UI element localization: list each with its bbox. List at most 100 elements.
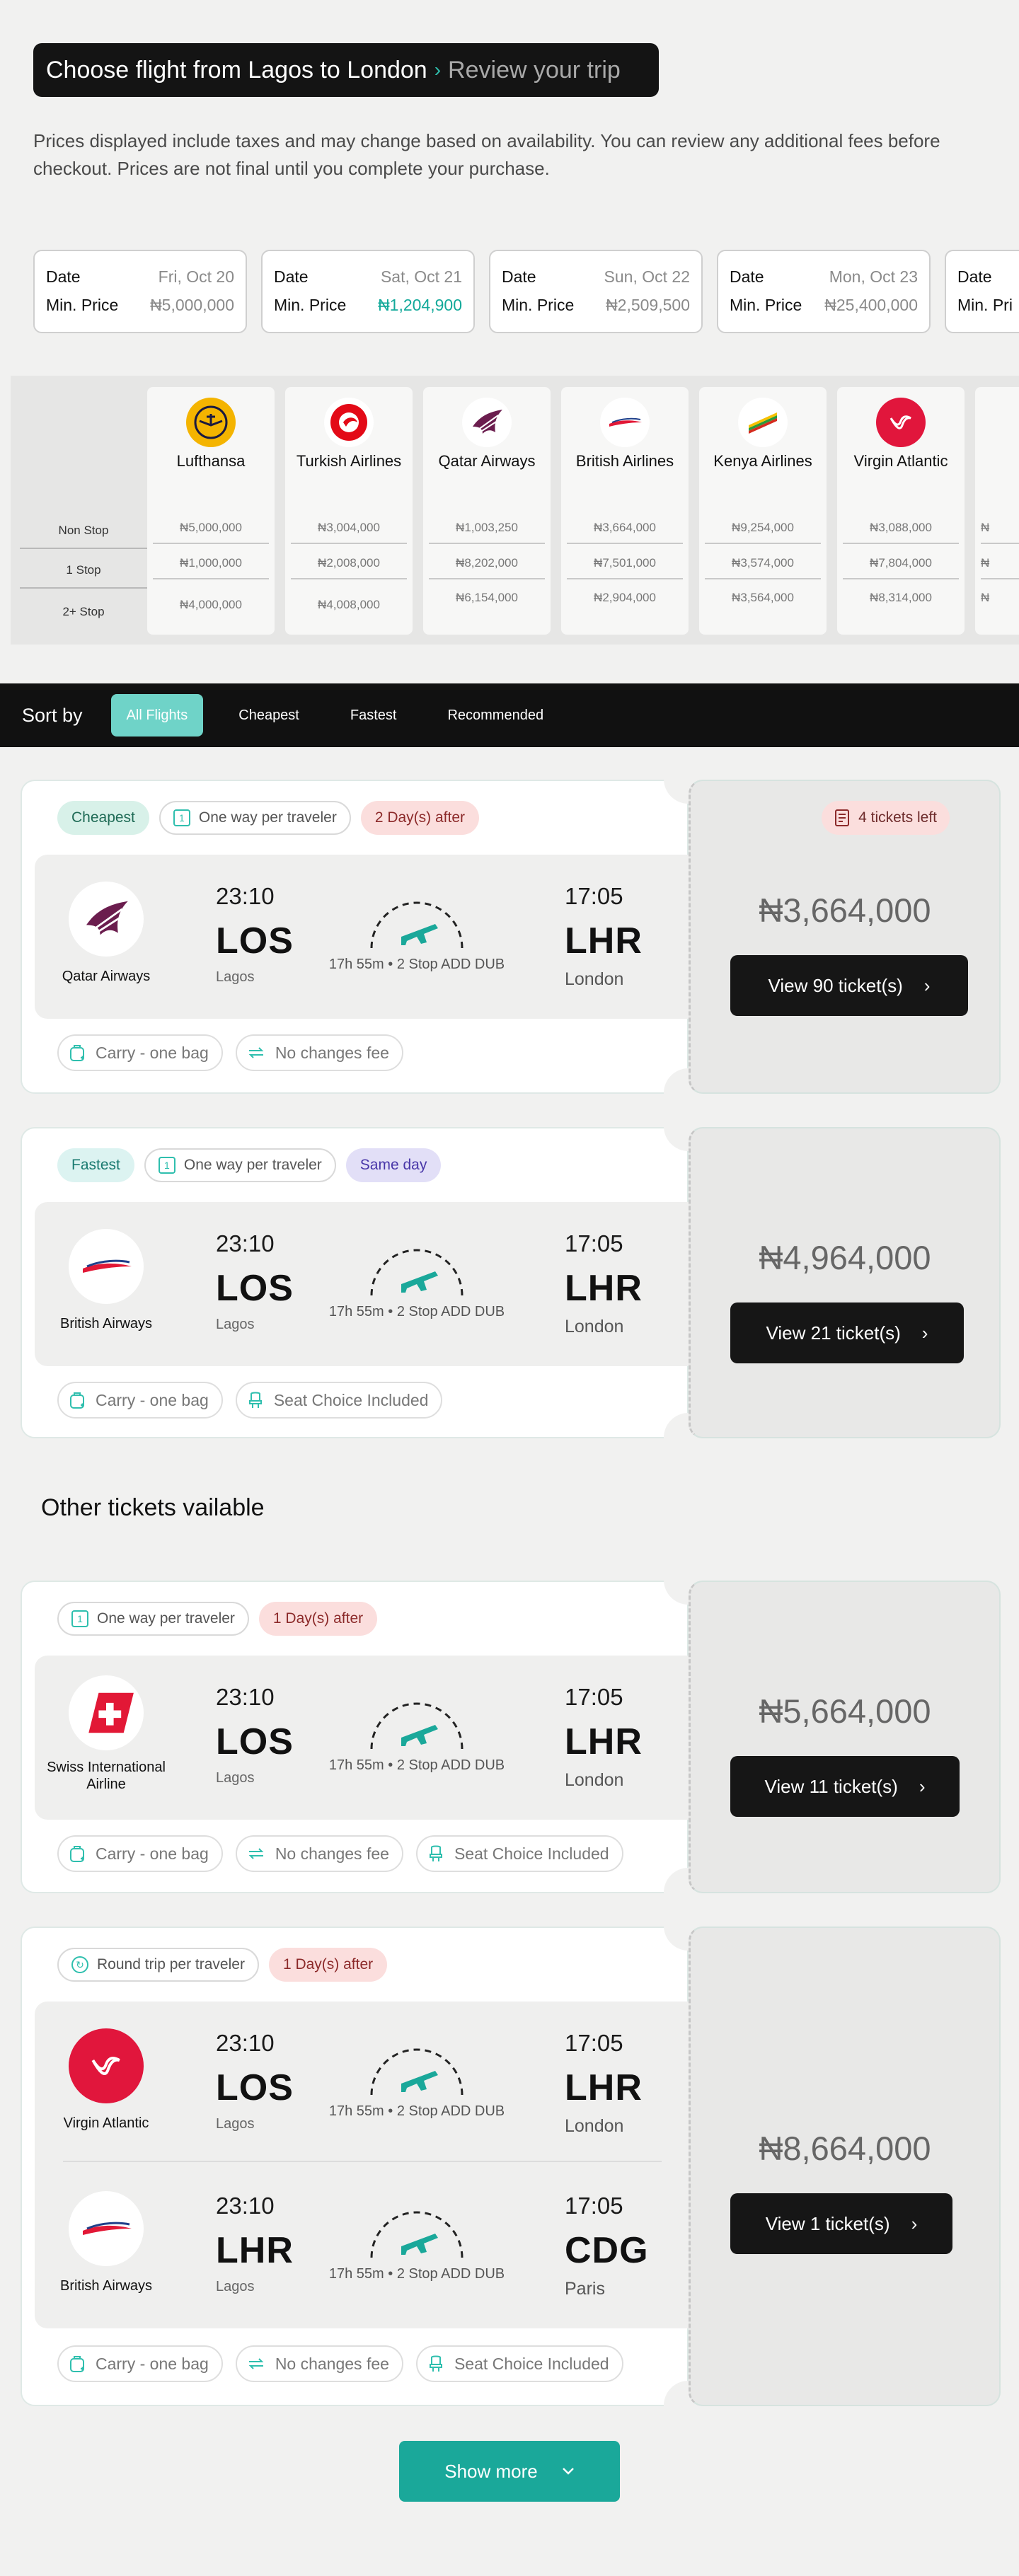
airline-column-partial[interactable]: ₦ ₦ ₦ bbox=[975, 387, 1019, 635]
departure-code: LOS bbox=[216, 1721, 294, 1762]
flight-segments: Virgin Atlantic 23:10 LOS Lagos 17h 55m … bbox=[35, 2002, 690, 2328]
header-title: Choose flight from Lagos to bbox=[46, 56, 340, 83]
page-header: Choose flight from Lagos to London › Rev… bbox=[33, 43, 659, 97]
ticket-price-panel: ₦8,664,000 View 1 ticket(s) › bbox=[689, 1927, 1001, 2406]
departure-code: LOS bbox=[216, 2067, 294, 2108]
min-price-label: Min. Price bbox=[46, 295, 119, 314]
tag-cheapest: Cheapest bbox=[57, 801, 149, 835]
ticket-details: ↻ Round trip per traveler 1 Day(s) after … bbox=[21, 1927, 690, 2406]
arrival-code: LHR bbox=[565, 1268, 643, 1309]
ticket-price: ₦5,664,000 bbox=[759, 1692, 931, 1730]
price-one-stop[interactable]: ₦2,008,000 bbox=[291, 548, 407, 579]
date-card[interactable]: Date Fri, Oct 20 Min. Price ₦5,000,000 bbox=[33, 250, 247, 333]
tag-trip-type: 1 One way per traveler bbox=[159, 801, 351, 835]
departure-city: Lagos bbox=[216, 2279, 255, 2294]
feature-label: No changes fee bbox=[275, 1043, 389, 1062]
row-label-non-stop: Non Stop bbox=[20, 514, 147, 549]
feature-label: Carry - one bag bbox=[96, 1390, 209, 1409]
price-one-stop[interactable]: ₦7,501,000 bbox=[567, 548, 683, 579]
price-two-plus-stop[interactable]: ₦4,008,000 bbox=[291, 589, 407, 620]
breadcrumb-separator: › bbox=[434, 59, 442, 81]
arrival-code: CDG bbox=[565, 2230, 649, 2271]
chevron-right-icon: › bbox=[921, 1322, 928, 1344]
arrival-city: Paris bbox=[565, 2279, 605, 2299]
airline-column-british[interactable]: British Airlines ₦3,664,000 ₦7,501,000 ₦… bbox=[561, 387, 689, 635]
price-non-stop[interactable]: ₦1,003,250 bbox=[429, 513, 545, 544]
date-card[interactable]: Date Mon, Oct 23 Min. Price ₦25,400,000 bbox=[717, 250, 931, 333]
chevron-down-icon bbox=[562, 2468, 574, 2475]
departure-time: 23:10 bbox=[216, 2193, 275, 2219]
feature-carry-bag: Carry - one bag bbox=[57, 1382, 223, 1419]
price-disclaimer: Prices displayed include taxes and may c… bbox=[33, 130, 940, 179]
airline-column-turkish[interactable]: Turkish Airlines ₦3,004,000 ₦2,008,000 ₦… bbox=[285, 387, 413, 635]
other-tickets-title: Other tickets vailable bbox=[41, 1494, 265, 1521]
price-non-stop[interactable]: ₦9,254,000 bbox=[705, 513, 821, 544]
view-tickets-button[interactable]: View 21 ticket(s) › bbox=[730, 1303, 964, 1363]
tickets-left-label: 4 tickets left bbox=[858, 809, 937, 826]
airline-column-kenya[interactable]: Kenya Airlines ₦9,254,000 ₦3,574,000 ₦3,… bbox=[699, 387, 827, 635]
price-two-plus-stop[interactable]: ₦ bbox=[981, 582, 1019, 613]
price-non-stop[interactable]: ₦ bbox=[981, 513, 1019, 544]
sort-tab-fastest[interactable]: Fastest bbox=[335, 694, 413, 737]
british-airways-logo bbox=[69, 1229, 144, 1304]
feature-label: Seat Choice Included bbox=[454, 1844, 609, 1863]
swiss-logo bbox=[69, 1675, 144, 1750]
tag-trip-type-label: Round trip per traveler bbox=[97, 1956, 245, 1973]
price-one-stop[interactable]: ₦8,202,000 bbox=[429, 548, 545, 579]
flight-results-page: { "header": { "title_part1": "Choose fli… bbox=[0, 0, 1019, 2576]
price-non-stop[interactable]: ₦3,664,000 bbox=[567, 513, 683, 544]
airline-name: Turkish Airlines bbox=[296, 452, 402, 470]
price-two-plus-stop[interactable]: ₦6,154,000 bbox=[429, 582, 545, 613]
date-carousel[interactable]: Date Fri, Oct 20 Min. Price ₦5,000,000 Dat… bbox=[33, 250, 1019, 335]
price-one-stop[interactable]: ₦1,000,000 bbox=[153, 548, 269, 579]
feature-no-changes-fee: No changes fee bbox=[235, 2345, 403, 2382]
arrival-code: LHR bbox=[565, 1721, 643, 1762]
price-two-plus-stop[interactable]: ₦3,564,000 bbox=[705, 582, 821, 613]
row-label-two-plus-stop: 2+ Stop bbox=[62, 605, 105, 618]
price-two-plus-stop[interactable]: ₦8,314,000 bbox=[843, 582, 959, 613]
sort-tab-all-flights[interactable]: All Flights bbox=[110, 694, 204, 737]
date-card[interactable]: Date Min. Pri bbox=[945, 250, 1019, 333]
price-two-plus-stop[interactable]: ₦4,000,000 bbox=[153, 589, 269, 620]
view-tickets-button[interactable]: View 11 ticket(s) › bbox=[730, 1756, 960, 1817]
header-next-step[interactable]: Review your trip bbox=[448, 57, 621, 84]
min-price-label: Min. Pri bbox=[957, 295, 1013, 314]
header-destination[interactable]: London bbox=[347, 57, 427, 84]
price-one-stop[interactable]: ₦3,574,000 bbox=[705, 548, 821, 579]
flight-path-plane-icon bbox=[370, 2048, 464, 2096]
date-label: Date bbox=[46, 267, 81, 286]
date-label: Date bbox=[730, 267, 764, 286]
date-card[interactable]: Date Sun, Oct 22 Min. Price ₦2,509,500 bbox=[489, 250, 703, 333]
airline-name: British Airways bbox=[59, 1316, 153, 1332]
sort-tab-cheapest[interactable]: Cheapest bbox=[223, 694, 315, 737]
price-non-stop[interactable]: ₦3,088,000 bbox=[843, 513, 959, 544]
price-one-stop[interactable]: ₦7,804,000 bbox=[843, 548, 959, 579]
arrival-city: London bbox=[565, 969, 624, 989]
min-price-label: Min. Price bbox=[502, 295, 575, 314]
row-label-one-stop: 1 Stop bbox=[20, 553, 147, 589]
price-non-stop[interactable]: ₦5,000,000 bbox=[153, 513, 269, 544]
virgin-atlantic-logo bbox=[69, 2028, 144, 2103]
show-more-button[interactable]: Show more bbox=[399, 2441, 620, 2502]
qatar-airways-logo bbox=[462, 398, 512, 447]
bag-icon bbox=[69, 1844, 86, 1863]
airline-column-lufthansa[interactable]: Lufthansa ₦5,000,000 ₦1,000,000 ₦4,000,0… bbox=[147, 387, 275, 635]
date-card[interactable]: Date Sat, Oct 21 Min. Price ₦1,204,900 bbox=[261, 250, 475, 333]
sort-tab-recommended[interactable]: Recommended bbox=[432, 694, 559, 737]
price-one-stop[interactable]: ₦ bbox=[981, 548, 1019, 579]
price-two-plus-stop[interactable]: ₦2,904,000 bbox=[567, 582, 683, 613]
view-tickets-button[interactable]: View 1 ticket(s) › bbox=[730, 2193, 952, 2254]
virgin-atlantic-logo bbox=[876, 398, 926, 447]
min-price-value: ₦1,204,900 bbox=[378, 295, 462, 314]
tickets-left-badge: 4 tickets left bbox=[822, 801, 950, 835]
price-non-stop[interactable]: ₦3,004,000 bbox=[291, 513, 407, 544]
airline-name: British Airways bbox=[59, 2278, 153, 2294]
chevron-right-icon: › bbox=[919, 1775, 926, 1797]
airline-column-qatar[interactable]: Qatar Airways ₦1,003,250 ₦8,202,000 ₦6,1… bbox=[423, 387, 551, 635]
flight-segment: Virgin Atlantic 23:10 LOS Lagos 17h 55m … bbox=[35, 2002, 690, 2157]
view-tickets-button[interactable]: View 90 ticket(s) › bbox=[730, 955, 968, 1016]
feature-carry-bag: Carry - one bag bbox=[57, 1034, 223, 1071]
british-airways-logo bbox=[69, 2191, 144, 2266]
feature-label: Carry - one bag bbox=[96, 1043, 209, 1062]
airline-column-virgin[interactable]: Virgin Atlantic ₦3,088,000 ₦7,804,000 ₦8… bbox=[837, 387, 965, 635]
